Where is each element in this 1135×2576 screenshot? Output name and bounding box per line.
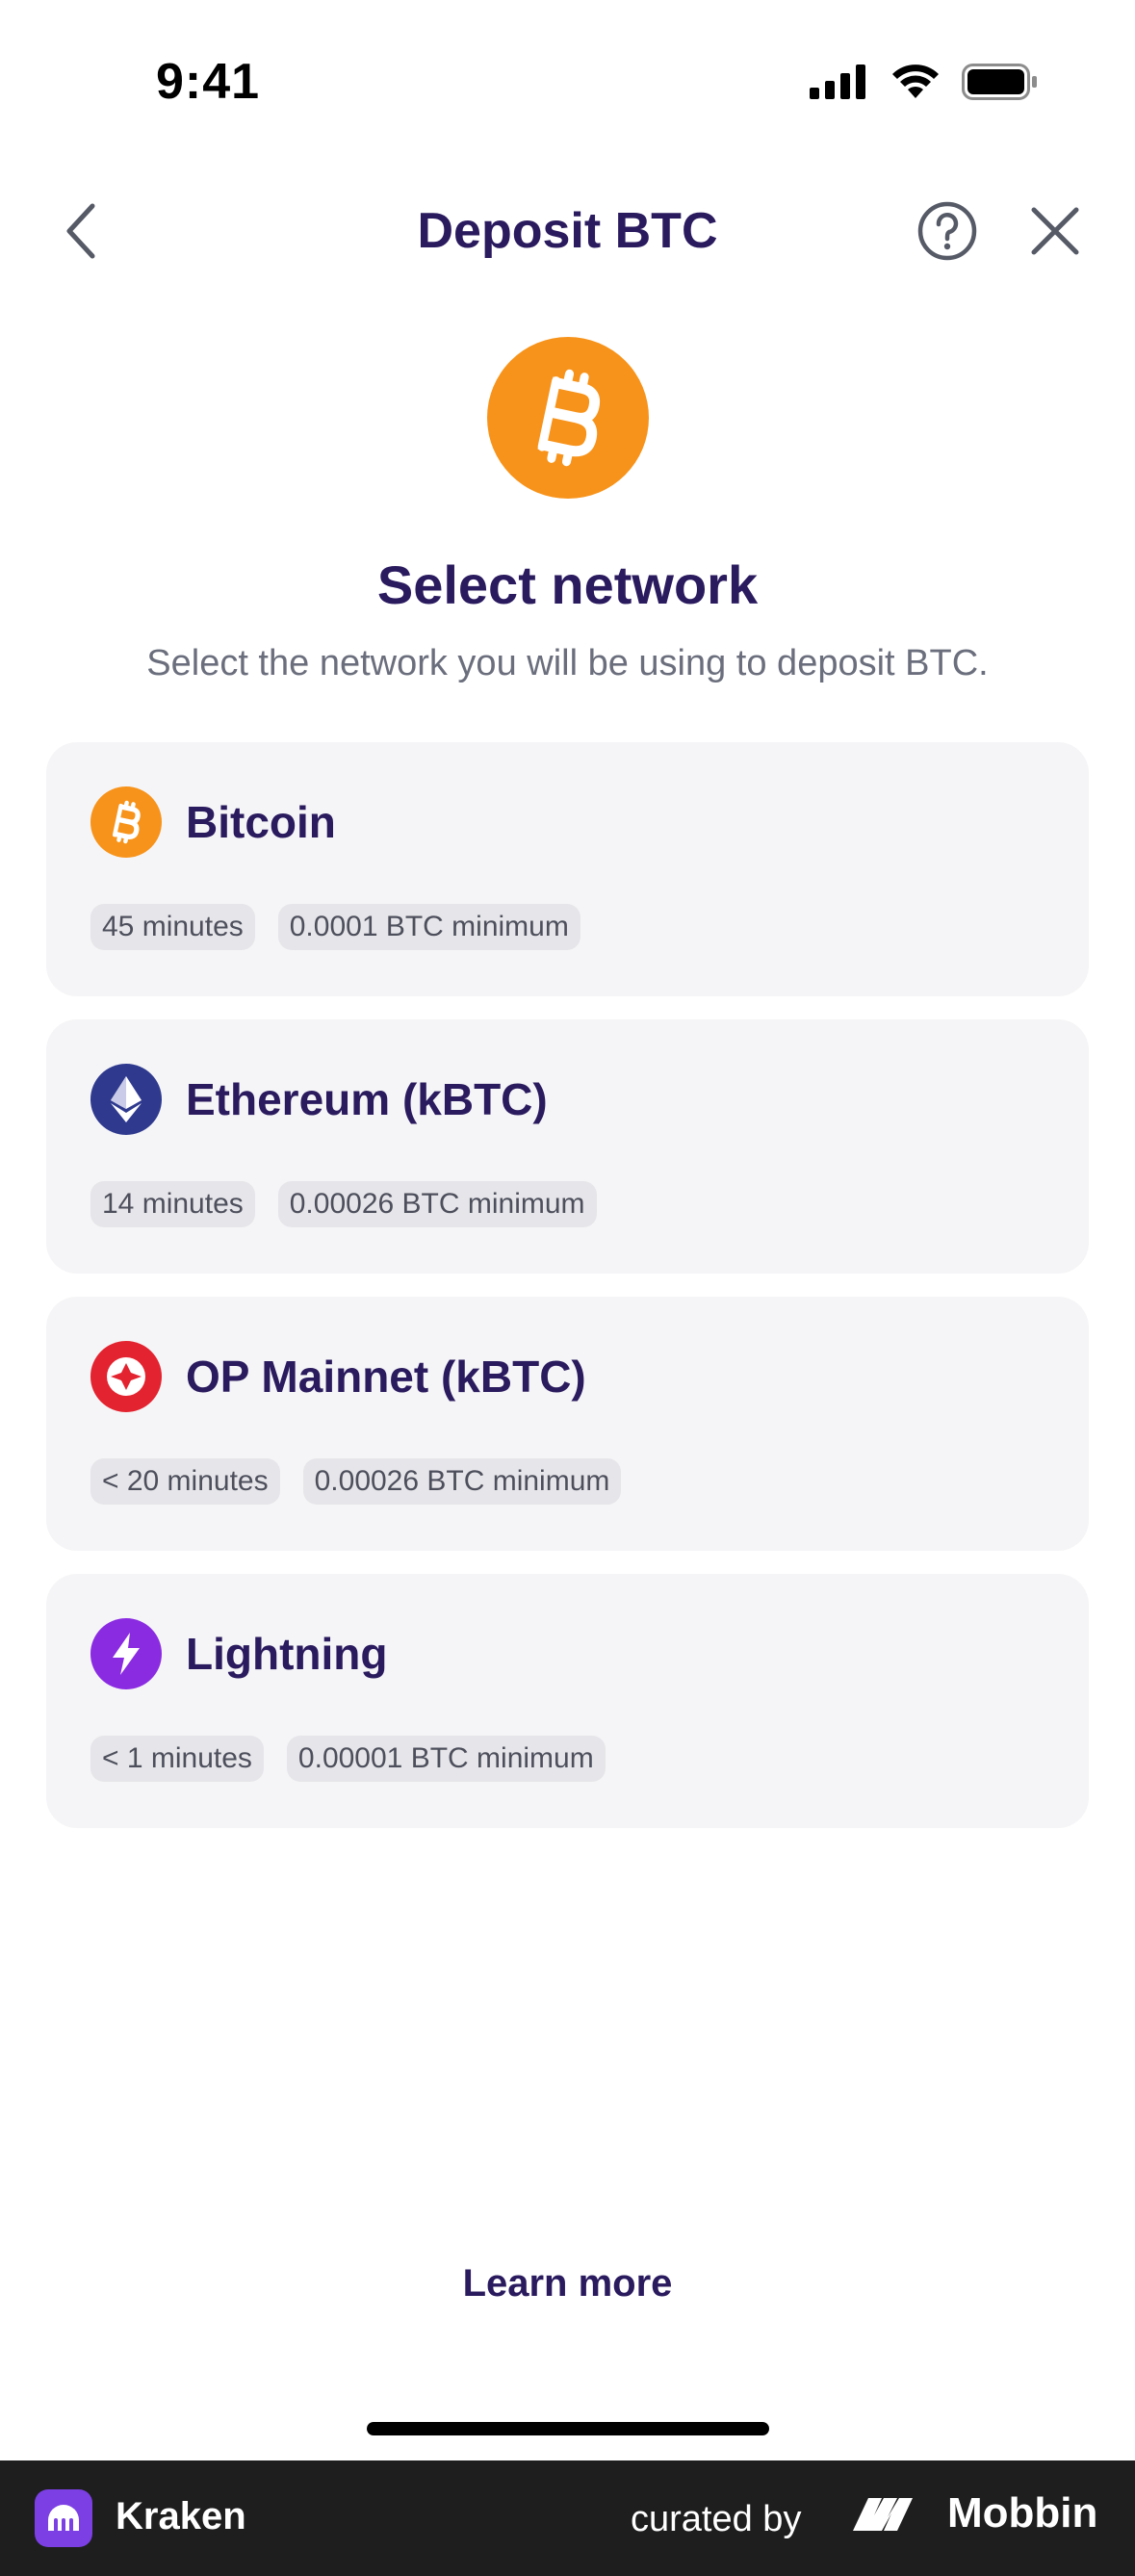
status-bar: 9:41: [0, 0, 1135, 173]
bitcoin-logo-icon: [487, 337, 649, 499]
bitcoin-symbol-icon: [537, 369, 601, 467]
wifi-icon: [892, 64, 939, 98]
network-option-bitcoin[interactable]: Bitcoin 45 minutes 0.0001 BTC minimum: [46, 742, 1089, 996]
network-name: Lightning: [186, 1629, 388, 1679]
network-time-badge: < 20 minutes: [90, 1458, 280, 1505]
footer-bar: Kraken curated by Mobbin: [0, 2460, 1135, 2576]
network-option-lightning[interactable]: Lightning < 1 minutes 0.00001 BTC minimu…: [46, 1574, 1089, 1828]
mobbin-logo-icon: [853, 2498, 913, 2531]
section-subtitle: Select the network you will be using to …: [146, 643, 989, 683]
footer-brand: Mobbin: [851, 2489, 1097, 2537]
network-time-badge: 14 minutes: [90, 1181, 255, 1227]
status-icons: [810, 64, 1039, 100]
network-time-badge: < 1 minutes: [90, 1736, 264, 1782]
status-time: 9:41: [156, 54, 261, 110]
optimism-icon: [90, 1341, 162, 1412]
bitcoin-icon: [90, 786, 162, 858]
battery-icon: [962, 64, 1037, 100]
help-button[interactable]: [916, 200, 978, 262]
network-name: Ethereum (kBTC): [186, 1074, 548, 1124]
network-option-ethereum[interactable]: Ethereum (kBTC) 14 minutes 0.00026 BTC m…: [46, 1019, 1089, 1274]
network-minimum-badge: 0.0001 BTC minimum: [277, 904, 580, 950]
home-indicator: [367, 2422, 769, 2435]
ethereum-icon: [90, 1064, 162, 1135]
close-button[interactable]: [1024, 200, 1086, 262]
network-minimum-badge: 0.00026 BTC minimum: [302, 1458, 622, 1505]
footer-curated-label: curated by: [631, 2499, 802, 2539]
network-minimum-badge: 0.00026 BTC minimum: [277, 1181, 597, 1227]
kraken-logo-icon: [35, 2489, 92, 2547]
section-headline: Select network: [376, 554, 759, 615]
network-option-op-mainnet[interactable]: OP Mainnet (kBTC) < 20 minutes 0.00026 B…: [46, 1297, 1089, 1551]
navigation-bar: Deposit BTC: [0, 183, 1135, 279]
footer-app-name: Kraken: [116, 2495, 246, 2537]
network-minimum-badge: 0.00001 BTC minimum: [286, 1736, 606, 1782]
close-icon: [1031, 207, 1079, 255]
help-icon: [917, 201, 977, 261]
cellular-signal-icon: [810, 64, 865, 99]
network-name: Bitcoin: [186, 797, 336, 847]
network-name: OP Mainnet (kBTC): [186, 1352, 586, 1402]
lightning-icon: [90, 1618, 162, 1689]
learn-more-link[interactable]: Learn more: [0, 2262, 1135, 2306]
footer-brand-name: Mobbin: [947, 2489, 1098, 2537]
network-time-badge: 45 minutes: [90, 904, 255, 950]
